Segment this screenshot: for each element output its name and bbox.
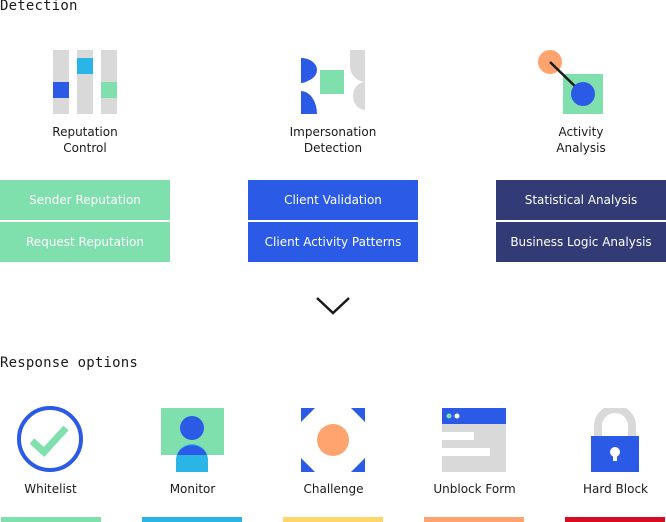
response-options-title: Response options <box>0 355 139 371</box>
challenge-label: Challenge <box>303 482 364 496</box>
chevron-down-icon <box>316 297 350 315</box>
blue-node <box>571 82 595 106</box>
unblock-form-color-bar <box>424 517 524 522</box>
label-line: Reputation <box>52 125 118 139</box>
label-line: Activity <box>558 125 604 139</box>
activity-nodes-icon <box>538 50 603 114</box>
challenge-color-bar <box>283 517 383 522</box>
reputation-bars-icon <box>53 50 117 114</box>
gray-shape-top <box>349 50 365 82</box>
client-validation-box: Client Validation <box>248 180 418 220</box>
quarter-circle-blue-bottom <box>301 91 317 114</box>
bar-level-2 <box>77 58 93 74</box>
hard-block-label: Hard Block <box>583 482 648 496</box>
sender-reputation-box: Sender Reputation <box>0 180 170 220</box>
reputation-control-label: Reputation Control <box>15 124 155 156</box>
target-corners-icon <box>301 408 365 472</box>
request-reputation-box: Request Reputation <box>0 222 170 262</box>
monitor-label: Monitor <box>169 482 216 496</box>
client-activity-patterns-box: Client Activity Patterns <box>248 222 418 262</box>
whitelist-label: Whitelist <box>24 482 77 496</box>
bar-level-3 <box>101 82 117 98</box>
whitelist-color-bar <box>1 517 101 522</box>
unblock-form-label: Unblock Form <box>433 482 516 496</box>
green-square <box>320 70 344 94</box>
label-line: Impersonation <box>289 125 377 139</box>
bar-level-1 <box>53 82 69 98</box>
label-line: Analysis <box>556 141 606 155</box>
detection-title: Detection <box>0 0 78 14</box>
person-monitor-icon <box>161 408 224 472</box>
activity-analysis-label: Activity Analysis <box>511 124 651 156</box>
form-window-icon <box>442 408 506 472</box>
label-line: Control <box>63 141 107 155</box>
statistical-analysis-box: Statistical Analysis <box>496 180 666 220</box>
check-circle-icon <box>17 406 83 472</box>
padlock-icon <box>591 408 639 472</box>
impersonation-detection-label: Impersonation Detection <box>263 124 403 156</box>
label-line: Detection <box>303 141 363 155</box>
impersonation-shapes-icon <box>301 50 365 114</box>
gray-half-circle <box>353 82 365 110</box>
hard-block-color-bar <box>565 517 665 522</box>
business-logic-analysis-box: Business Logic Analysis <box>496 222 666 262</box>
monitor-color-bar <box>142 517 242 522</box>
